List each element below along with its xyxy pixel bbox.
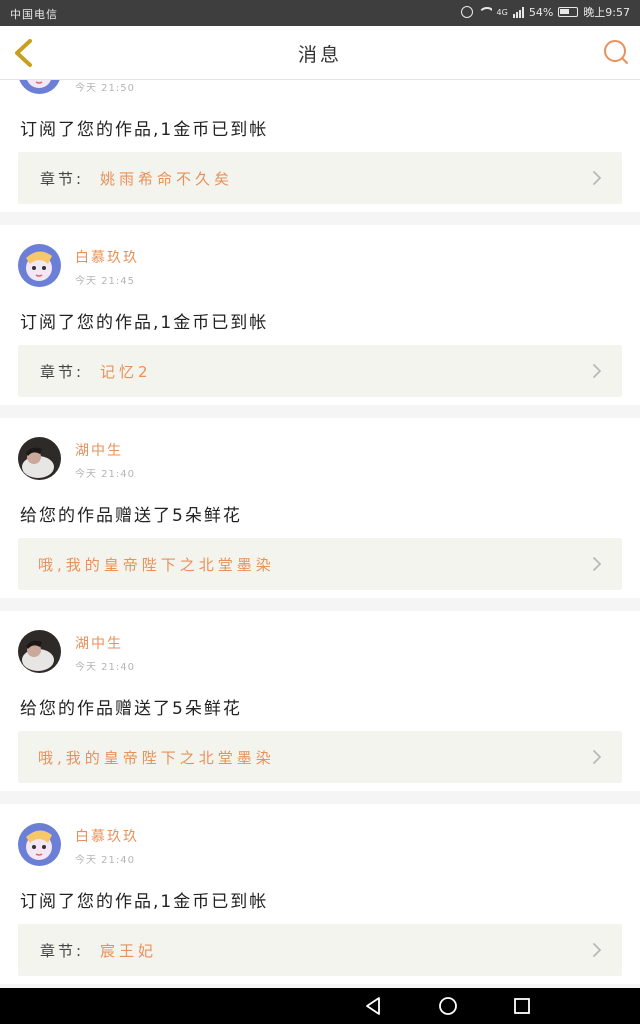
triangle-back-icon [366, 997, 380, 1015]
chapter-title: 记忆2 [100, 363, 152, 381]
avatar[interactable] [18, 80, 61, 94]
message-text: 给您的作品赠送了5朵鲜花 [20, 506, 242, 526]
avatar[interactable] [18, 244, 61, 287]
avatar[interactable] [18, 630, 61, 673]
chapter-link[interactable]: 章节: 宸王妃 [18, 924, 622, 976]
nav-recents-button[interactable] [512, 996, 532, 1016]
clock: 晚上9:57 [583, 6, 630, 19]
message-list[interactable]: 今天 21:50 订阅了您的作品,1金币已到帐 章节: 姚雨希命不久矣 白慕玖玖 今天 2… [0, 80, 640, 988]
chevron-right-icon [593, 171, 601, 185]
nav-back-button[interactable] [364, 996, 384, 1016]
chevron-right-icon [593, 557, 601, 571]
page-title: 消息 [297, 44, 342, 66]
timestamp: 今天 21:40 [75, 855, 135, 866]
timestamp: 今天 21:40 [75, 469, 135, 480]
message-card: 湖中生今天 21:40 给您的作品赠送了5朵鲜花哦,我的皇帝陛下之北堂墨染 [0, 611, 640, 791]
signal-icon [512, 6, 524, 18]
message-text: 给您的作品赠送了5朵鲜花 [20, 699, 242, 719]
network-type: 4G [496, 7, 508, 17]
status-bar: 中国电信 4G 54% 晚上9:57 [0, 0, 640, 26]
username[interactable]: 白慕玖玖 [75, 247, 139, 267]
battery-icon [558, 7, 579, 17]
message-card: 白慕玖玖今天 21:40 订阅了您的作品,1金币已到帐章节: 宸王妃 [0, 804, 640, 984]
chevron-right-icon [593, 750, 601, 764]
chapter-prefix: 章节: [40, 942, 85, 960]
app-header: 消息 [0, 26, 640, 80]
status-icons: 4G 54% 晚上9:57 [460, 4, 630, 20]
timestamp: 今天 21:45 [75, 276, 135, 287]
chevron-right-icon [593, 364, 601, 378]
search-button[interactable] [602, 38, 630, 66]
chapter-link[interactable]: 章节: 姚雨希命不久矣 [18, 152, 622, 204]
avatar[interactable] [18, 823, 61, 866]
system-nav-bar [0, 988, 640, 1024]
message-card: 湖中生今天 21:40 给您的作品赠送了5朵鲜花哦,我的皇帝陛下之北堂墨染 [0, 418, 640, 598]
username[interactable]: 白慕玖玖 [75, 826, 139, 846]
message-card: 今天 21:50 订阅了您的作品,1金币已到帐章节: 姚雨希命不久矣 [0, 80, 640, 212]
username[interactable]: 湖中生 [75, 440, 123, 460]
chapter-prefix: 章节: [40, 363, 85, 381]
chapter-link[interactable]: 哦,我的皇帝陛下之北堂墨染 [18, 731, 622, 783]
alarm-icon [460, 6, 473, 18]
chapter-title: 宸王妃 [100, 942, 158, 960]
timestamp: 今天 21:50 [75, 83, 135, 94]
chapter-title: 哦,我的皇帝陛下之北堂墨染 [38, 749, 275, 767]
carrier-label: 中国电信 [10, 8, 58, 21]
battery-percent: 54% [528, 5, 554, 19]
nav-home-button[interactable] [438, 996, 458, 1016]
message-card: 白慕玖玖今天 21:45 订阅了您的作品,1金币已到帐章节: 记忆2 [0, 225, 640, 405]
message-text: 订阅了您的作品,1金币已到帐 [20, 313, 269, 333]
circle-home-icon [439, 997, 457, 1015]
chapter-link[interactable]: 章节: 记忆2 [18, 345, 622, 397]
avatar[interactable] [18, 437, 61, 480]
square-recents-icon [514, 998, 530, 1014]
timestamp: 今天 21:40 [75, 662, 135, 673]
wifi-icon [477, 7, 492, 17]
message-text: 订阅了您的作品,1金币已到帐 [20, 892, 269, 912]
message-text: 订阅了您的作品,1金币已到帐 [20, 120, 269, 140]
search-icon [604, 40, 628, 64]
chapter-title: 姚雨希命不久矣 [100, 170, 234, 188]
chapter-link[interactable]: 哦,我的皇帝陛下之北堂墨染 [18, 538, 622, 590]
chapter-prefix: 章节: [40, 170, 85, 188]
chevron-right-icon [593, 943, 601, 957]
chapter-title: 哦,我的皇帝陛下之北堂墨染 [38, 556, 275, 574]
username[interactable]: 湖中生 [75, 633, 123, 653]
